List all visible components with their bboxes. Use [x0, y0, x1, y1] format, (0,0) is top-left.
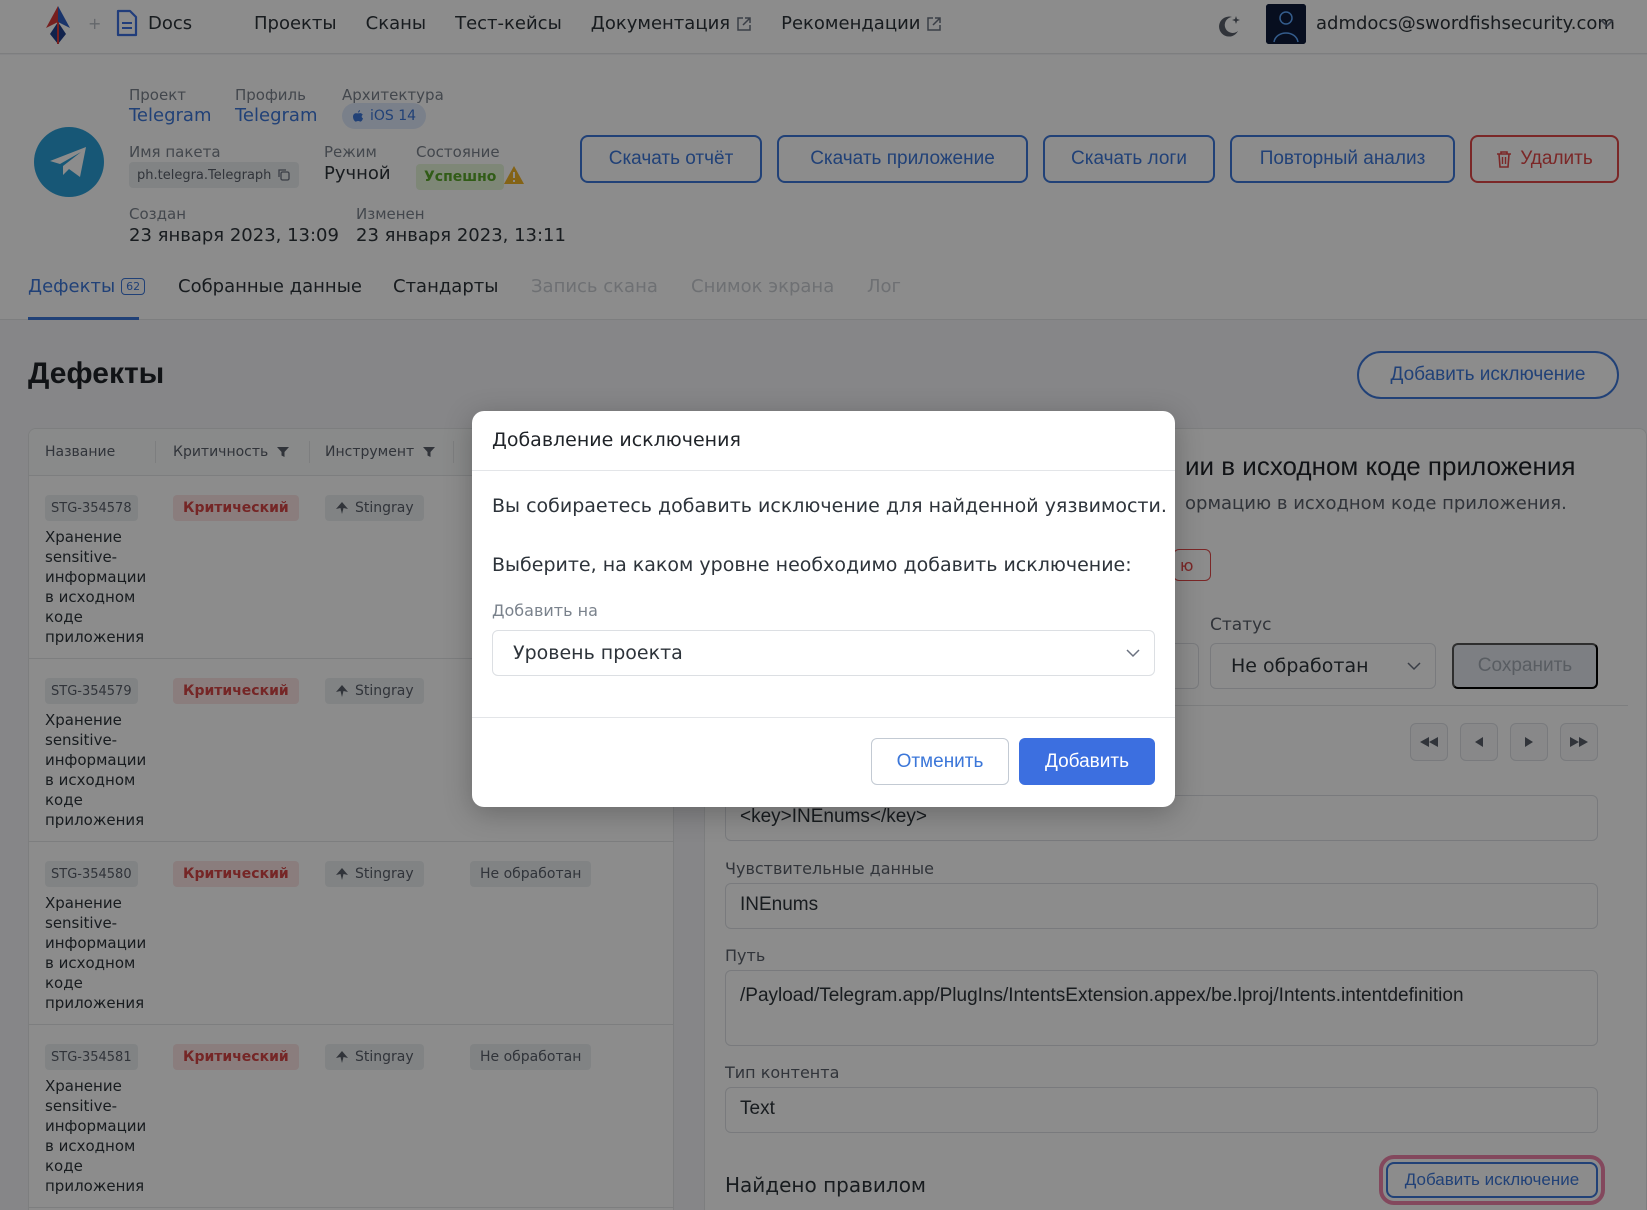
- dialog-message: Вы собираетесь добавить исключение для н…: [492, 495, 1167, 517]
- add-exception-dialog: Добавление исключения Вы собираетесь доб…: [472, 411, 1175, 807]
- dialog-title: Добавление исключения: [492, 429, 741, 451]
- chevron-down-icon: [1126, 649, 1140, 658]
- dialog-header: Добавление исключения: [472, 411, 1175, 471]
- exception-level-select[interactable]: Уровень проекта: [492, 630, 1155, 676]
- app-page: + Docs Проекты Сканы Тест-кейсы Документ…: [0, 0, 1647, 1210]
- add-button[interactable]: Добавить: [1019, 738, 1155, 785]
- exception-level-value: Уровень проекта: [513, 642, 683, 664]
- dialog-footer-divider: [472, 717, 1175, 718]
- cancel-button[interactable]: Отменить: [871, 738, 1009, 785]
- exception-level-label: Добавить на: [492, 601, 598, 620]
- dialog-instruction: Выберите, на каком уровне необходимо доб…: [492, 554, 1132, 576]
